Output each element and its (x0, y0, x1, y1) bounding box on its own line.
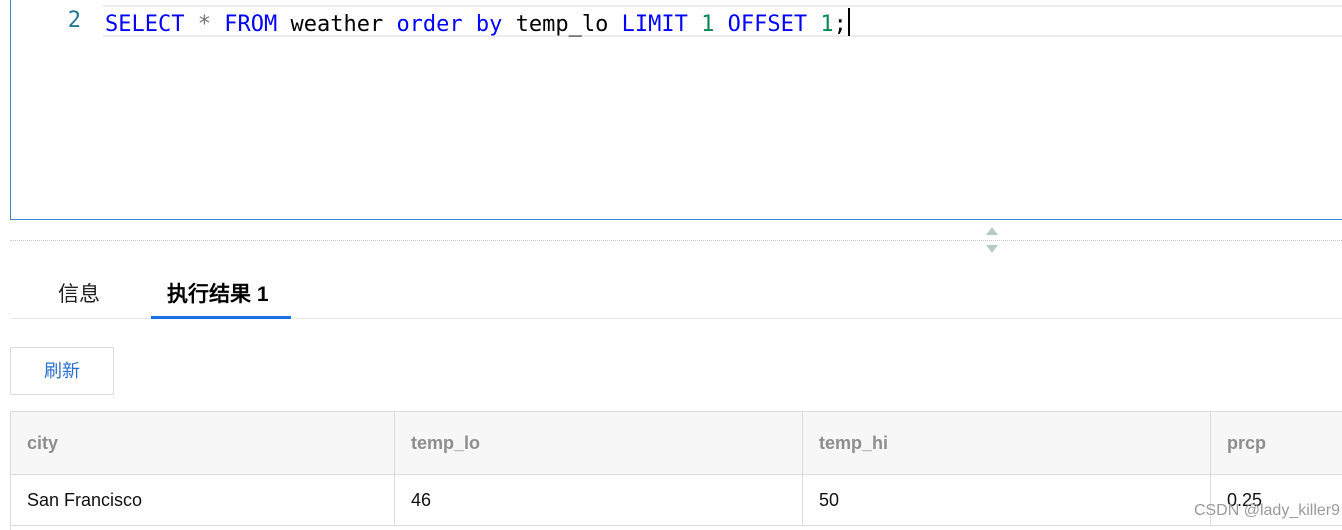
offset-number: 1 (820, 12, 834, 37)
arrow-up-icon (986, 227, 998, 235)
tab-info[interactable]: 信息 (58, 280, 100, 310)
table-cell-temp-lo: 46 (395, 475, 803, 525)
editor-line[interactable]: 2 SELECT * FROM weather order by temp_lo… (11, 5, 1342, 37)
operator-star: * (197, 12, 211, 37)
sql-code[interactable]: SELECT * FROM weather order by temp_lo L… (105, 8, 850, 38)
column-header-temp-lo[interactable]: temp_lo (395, 412, 803, 474)
result-table: city temp_lo temp_hi prcp San Francisco … (10, 411, 1342, 530)
keyword-order: order (396, 12, 463, 37)
column-header-temp-hi[interactable]: temp_hi (803, 412, 1211, 474)
refresh-button[interactable]: 刷新 (10, 347, 114, 395)
table-header-row: city temp_lo temp_hi prcp (11, 412, 1342, 475)
line-number: 2 (67, 8, 81, 33)
semicolon: ; (833, 12, 847, 37)
text-caret (847, 8, 850, 36)
keyword-select: SELECT (105, 12, 185, 37)
active-tab-indicator (151, 316, 291, 319)
keyword-limit: LIMIT (621, 12, 688, 37)
table-cell-temp-hi: 50 (803, 475, 1211, 525)
column-header-prcp[interactable]: prcp (1211, 412, 1342, 474)
keyword-by: by (475, 12, 503, 37)
pane-splitter[interactable] (10, 240, 1342, 241)
sql-editor[interactable]: 2 SELECT * FROM weather order by temp_lo… (10, 0, 1342, 220)
watermark: CSDN @lady_killer9 (1193, 502, 1340, 519)
keyword-from: FROM (224, 12, 278, 37)
limit-number: 1 (701, 12, 715, 37)
keyword-offset: OFFSET (727, 12, 808, 37)
tab-execution-result[interactable]: 执行结果 1 (167, 280, 269, 310)
result-tabs: 信息 执行结果 1 (10, 270, 1342, 319)
table-cell-city: San Francisco (11, 475, 395, 525)
table-row[interactable]: San Francisco 46 50 0.25 (11, 475, 1342, 526)
table-identifier: weather (290, 12, 384, 37)
column-header-city[interactable]: city (11, 412, 395, 474)
resize-handle-icon[interactable] (986, 227, 1000, 255)
column-identifier: temp_lo (515, 12, 609, 37)
arrow-down-icon (986, 245, 998, 253)
